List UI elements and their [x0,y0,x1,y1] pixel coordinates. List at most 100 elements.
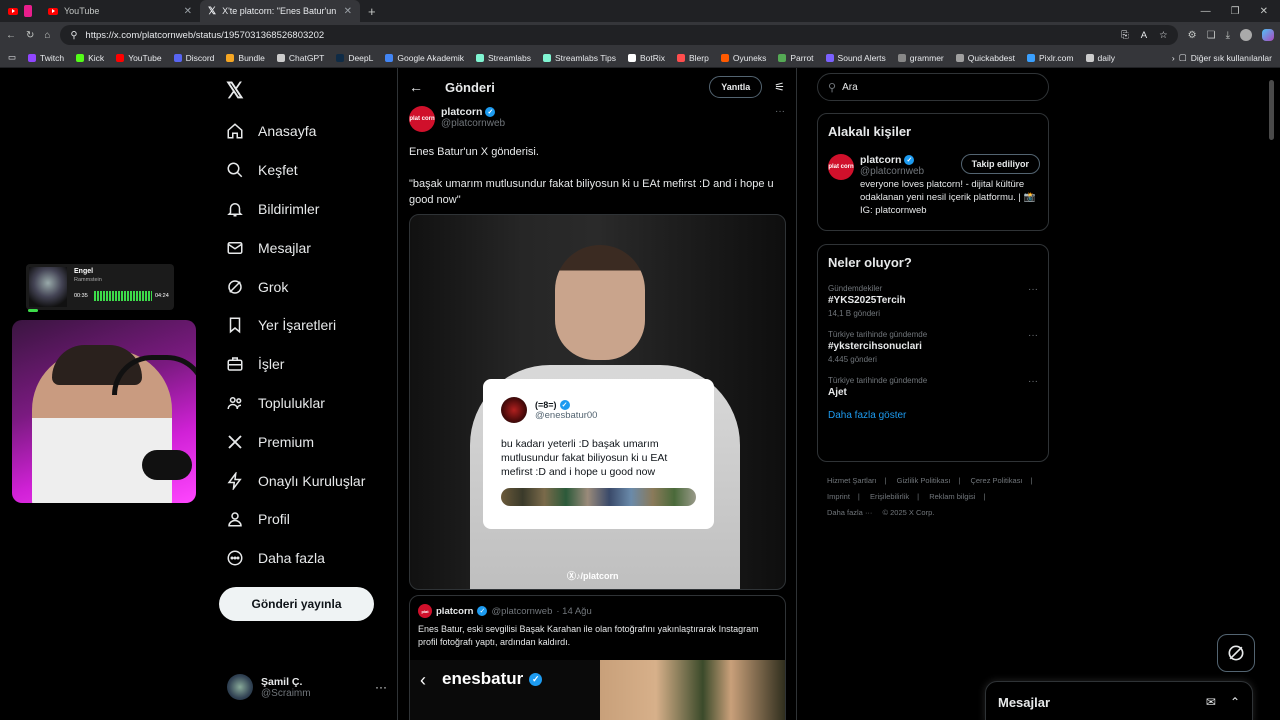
bookmark-item[interactable]: Parrot [778,53,814,63]
account-switcher[interactable]: Şamil Ç. @Scraimm ··· [227,672,387,702]
bookmark-item[interactable]: Pixlr.com [1027,53,1074,63]
footer-link[interactable]: Hizmet Şartları [827,476,877,485]
footer-link[interactable]: Gizlilik Politikası [897,476,951,485]
trend-item[interactable]: Türkiye tarihinde gündemde Ajet ··· [818,370,1048,404]
bookmark-item[interactable]: Quickabdest [955,53,1015,63]
compose-message-icon[interactable]: ✉ [1206,695,1216,709]
trend-item[interactable]: Gündemdekiler #YKS2025Tercih 14,1 B gönd… [818,278,1048,324]
back-icon[interactable]: ← [6,30,16,41]
more-icon[interactable]: ··· [1028,284,1038,295]
close-icon[interactable]: ✕ [184,6,192,17]
bookmark-item[interactable]: daily [1085,53,1115,63]
bookmark-item[interactable]: Google Akademik [385,53,464,63]
sidebar-item-more[interactable]: Daha fazla [226,539,396,578]
more-icon[interactable]: ··· [1028,330,1038,341]
bookmark-item[interactable]: Bundle [226,53,265,63]
tab-x-post[interactable]: 𝕏 X'te platcorn: "Enes Batur'un X gö ✕ [200,0,360,22]
collections-icon[interactable]: ❏ [1207,30,1216,41]
footer-link[interactable]: Çerez Politikası [970,476,1022,485]
bookmark-item[interactable]: Oyuneks [720,53,766,63]
bookmark-item[interactable]: Streamlabs [476,53,531,63]
profile-icon[interactable] [1240,29,1252,41]
maximize-icon[interactable]: ❐ [1231,6,1240,17]
related-name[interactable]: platcorn ✓ [860,154,924,166]
site-info-icon[interactable]: ⚲ [70,30,77,41]
reload-icon[interactable]: ↻ [26,30,34,41]
x-logo-icon[interactable]: 𝕏 [226,78,244,104]
sliders-icon[interactable]: ⚟ [774,80,785,94]
tab-youtube[interactable]: YouTube ✕ [40,0,200,22]
more-icon[interactable]: ··· [775,106,785,136]
scrollbar-thumb[interactable] [1269,80,1274,140]
bookmark-item[interactable]: Kick [76,53,104,63]
messages-drawer[interactable]: Mesajlar ✉ ⌃ [985,681,1253,720]
reply-button[interactable]: Yanıtla [709,76,763,98]
sidebar-item-verified-orgs[interactable]: Onaylı Kuruluşlar [226,461,396,500]
close-window-icon[interactable]: ✕ [1260,6,1268,17]
x-favicon-icon: 𝕏 [208,5,217,17]
other-bookmarks[interactable]: › ▢ Diğer sık kullanılanlar [1172,52,1272,63]
more-circle-icon [227,550,243,566]
related-avatar[interactable]: plat corn [828,154,854,180]
sidebar-item-home[interactable]: Anasayfa [226,112,396,151]
sidebar-item-profile[interactable]: Profil [226,500,396,539]
quoted-image-profile: ‹ enesbatur ✓ [410,660,600,720]
expand-icon[interactable]: ⌃ [1230,695,1240,709]
bookmark-icon [229,317,241,334]
following-button[interactable]: Takip ediliyor [960,154,1040,174]
back-arrow-icon[interactable]: ← [409,79,423,95]
watermark: Ⓧ♪/platcorn [567,571,619,581]
tab-pinned[interactable] [0,0,40,22]
post-button[interactable]: Gönderi yayınla [219,587,374,621]
more-icon[interactable]: ··· [375,680,387,694]
read-aloud-icon[interactable]: A [1141,30,1147,41]
show-more-link[interactable]: Daha fazla göster [818,404,1048,427]
trend-item[interactable]: Türkiye tarihinde gündemde #ykstercihson… [818,324,1048,370]
quoted-tweet[interactable]: plat platcorn ✓ @platcornweb · 14 Ağu En… [409,595,786,720]
bookmark-item[interactable]: Discord [173,53,214,63]
bookmark-item[interactable]: Blerp [677,53,709,63]
author-avatar[interactable]: plat corn [409,106,435,132]
sidebar-item-jobs[interactable]: İşler [226,345,396,384]
bookmark-label: Kick [88,52,105,63]
sidebar-item-explore[interactable]: Keşfet [226,151,396,190]
sidebar-item-notifications[interactable]: Bildirimler [226,190,396,229]
more-icon[interactable]: ··· [1028,376,1038,387]
extensions-icon[interactable]: ⚙ [1188,30,1197,41]
bookmark-item[interactable]: Streamlabs Tips [543,53,616,63]
bookmark-item[interactable]: BotRix [627,53,665,63]
footer-link[interactable]: Imprint [827,492,850,501]
translate-icon[interactable]: ⎘ [1121,30,1129,41]
close-icon[interactable]: ✕ [344,6,352,17]
footer-link[interactable]: Reklam bilgisi [929,492,975,501]
sidebar-item-messages[interactable]: Mesajlar [226,228,396,267]
bookmark-icon [116,53,125,62]
quoted-header: plat platcorn ✓ @platcornweb · 14 Ağu [418,604,592,618]
sidebar-item-communities[interactable]: Topluluklar [226,384,396,423]
favorite-icon[interactable]: ☆ [1159,30,1168,41]
footer-link[interactable]: Erişilebilirlik [870,492,909,501]
address-bar[interactable]: ⚲ https://x.com/platcornweb/status/19570… [60,25,1178,45]
home-browser-icon[interactable]: ⌂ [44,30,50,41]
downloads-icon[interactable]: ⤓ [1226,30,1230,41]
author-name[interactable]: platcorn ✓ [441,106,505,118]
sidebar-item-bookmarks[interactable]: Yer İşaretleri [226,306,396,345]
bookmark-item[interactable]: DeepL [336,53,373,63]
bookmark-item[interactable]: grammer [897,53,944,63]
bookmark-item[interactable]: Twitch [28,53,64,63]
bookmark-item[interactable]: Sound Alerts [825,53,886,63]
scrollbar[interactable] [1268,68,1276,720]
sidebar-item-grok[interactable]: Grok [226,267,396,306]
sidebar-item-premium[interactable]: Premium [226,422,396,461]
footer-link[interactable]: Daha fazla ··· [827,508,872,517]
footer-separator: | [958,476,961,485]
grok-floating-button[interactable] [1217,634,1255,672]
tweet-media[interactable]: (=8=) ✓ @enesbatur00 bu kadarı yeterli :D… [409,214,786,590]
bookmark-item[interactable]: YouTube [116,53,162,63]
bookmark-item[interactable]: ChatGPT [276,53,324,63]
new-tab-icon[interactable]: + [360,4,384,19]
bookmarks-menu-icon[interactable]: ▭ [8,52,16,63]
copilot-icon[interactable] [1262,29,1274,41]
minimize-icon[interactable]: — [1201,6,1211,17]
search-input[interactable]: ⚲ Ara [817,73,1049,101]
